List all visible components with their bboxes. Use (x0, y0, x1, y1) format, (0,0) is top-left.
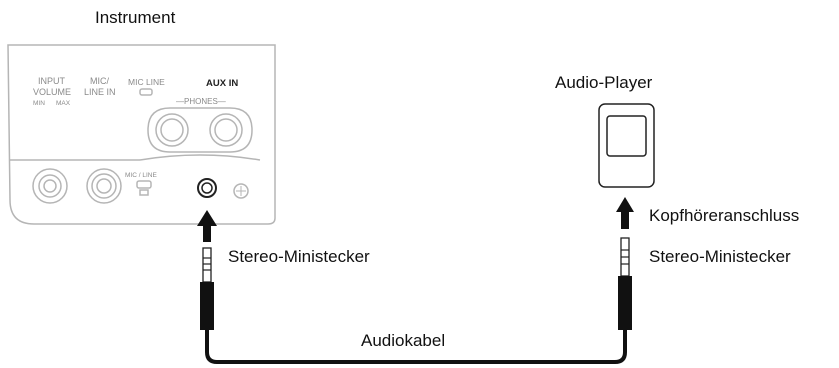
input-volume-label-2: VOLUME (33, 87, 71, 97)
instrument-panel (7, 44, 276, 225)
headphone-jack-label: Kopfhöreranschluss (649, 206, 799, 225)
audio-player-title: Audio-Player (555, 73, 653, 92)
phones-label: —PHONES— (176, 97, 226, 106)
mic-line-in-label-2: LINE IN (84, 87, 116, 97)
right-stereo-mini-plug (618, 237, 632, 330)
cable-label: Audiokabel (361, 331, 445, 350)
input-volume-label-1: INPUT (38, 76, 66, 86)
mic-line-small-label: MIC / LINE (125, 172, 157, 179)
mic-line-switch-label: MIC LINE (128, 77, 165, 87)
left-stereo-mini-plug (200, 247, 214, 330)
max-label: MAX (56, 100, 71, 107)
audio-player (598, 103, 655, 188)
right-arrow-icon (616, 197, 634, 229)
connection-diagram: Instrument INPUT VOLUME MIN MAX MIC/ LIN… (7, 8, 799, 364)
plug-left-label: Stereo-Ministecker (228, 247, 370, 266)
plug-right-label: Stereo-Ministecker (649, 247, 791, 266)
aux-in-label: AUX IN (206, 78, 238, 89)
min-label: MIN (33, 100, 45, 107)
instrument-title: Instrument (95, 8, 176, 27)
mic-line-in-label-1: MIC/ (90, 76, 109, 86)
